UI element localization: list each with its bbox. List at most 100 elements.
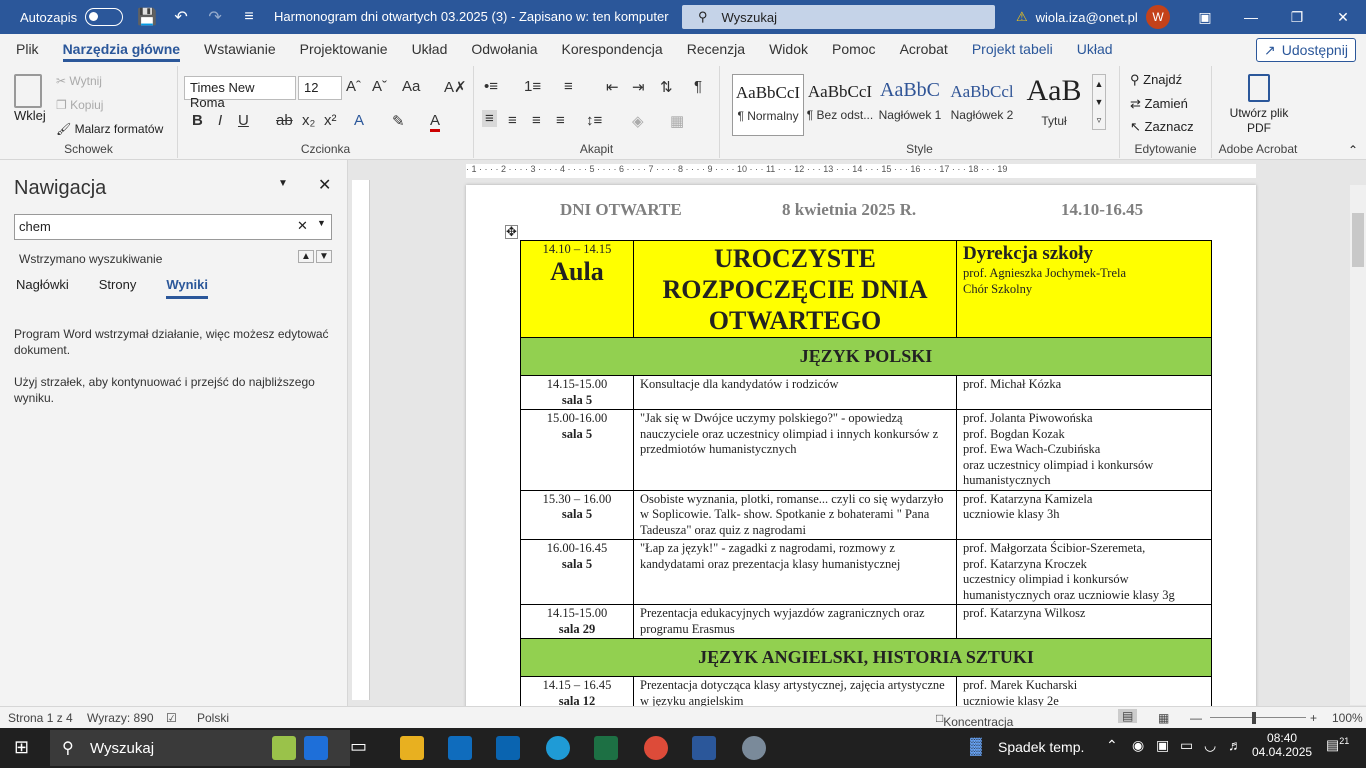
battery-icon[interactable]: ▭ — [1180, 737, 1193, 754]
tab-review[interactable]: Recenzja — [675, 34, 757, 64]
vertical-scrollbar[interactable] — [1350, 185, 1366, 705]
nav-options-icon[interactable]: ▼ — [278, 178, 288, 189]
close-icon[interactable]: ✕ — [1320, 0, 1366, 34]
show-hidden-icon[interactable]: ⌃ — [1106, 737, 1118, 754]
excel-icon[interactable] — [594, 736, 618, 760]
time-cell[interactable]: 14.15-15.00 sala 5 — [520, 375, 634, 410]
language[interactable]: Polski — [197, 711, 229, 725]
minimize-icon[interactable]: — — [1228, 0, 1274, 34]
description-cell[interactable]: "Jak się w Dwójce uczymy polskiego?" - o… — [633, 409, 957, 491]
horizontal-ruler[interactable]: · 1 · · · · 2 · · · · 3 · · · · 4 · · · … — [466, 164, 1256, 178]
paint-icon[interactable] — [742, 736, 766, 760]
table-row[interactable]: 15.30 – 16.00 sala 5 Osobiste wyznania, p… — [520, 489, 1212, 540]
scroll-thumb[interactable] — [1352, 213, 1364, 267]
description-cell[interactable]: Prezentacja edukacyjnych wyjazdów zagran… — [633, 604, 957, 639]
schedule-table[interactable]: 14.10 – 14.15 Aula UROCZYSTE ROZPOCZĘCIE… — [520, 240, 1212, 711]
nav-close-icon[interactable]: ✕ — [318, 175, 331, 195]
tab-table-layout[interactable]: Układ — [1065, 34, 1125, 64]
account[interactable]: ⚠ wiola.iza@onet.pl — [1016, 9, 1138, 25]
shrink-font-icon[interactable]: Aˇ — [372, 78, 387, 95]
proofing-icon[interactable]: ☑ — [166, 711, 177, 725]
autosave-toggle[interactable] — [85, 8, 124, 26]
focus-mode[interactable]: □ Koncentracja uwagi — [936, 711, 1013, 743]
style-heading-1[interactable]: AaBbC Nagłówek 1 — [874, 74, 946, 136]
style-heading-2[interactable]: AaBbCcl Nagłówek 2 — [946, 74, 1018, 136]
table-row[interactable]: JĘZYK ANGIELSKI, HISTORIA SZTUKI — [520, 638, 1212, 677]
time-cell[interactable]: 16.00-16.45 sala 5 — [520, 539, 634, 605]
tab-view[interactable]: Widok — [757, 34, 820, 64]
tab-table-design[interactable]: Projekt tabeli — [960, 34, 1065, 64]
numbering-icon[interactable]: 1≡ — [524, 78, 541, 95]
vertical-ruler[interactable] — [352, 180, 370, 700]
change-case-icon[interactable]: Aa — [402, 78, 420, 95]
presenter-cell[interactable]: prof. Katarzyna Wilkosz — [956, 604, 1212, 639]
tab-file[interactable]: Plik — [4, 34, 51, 64]
section-heading[interactable]: JĘZYK POLSKI — [520, 337, 1212, 376]
tab-design[interactable]: Projektowanie — [288, 34, 400, 64]
page-count[interactable]: Strona 1 z 4 — [8, 711, 73, 725]
time-cell[interactable]: 15.00-16.00 sala 5 — [520, 409, 634, 491]
windows-start-icon[interactable]: ⊞ — [14, 737, 29, 758]
align-right-icon[interactable]: ≡ — [532, 112, 541, 129]
tab-references[interactable]: Odwołania — [459, 34, 549, 64]
highlight-icon[interactable]: ✎ — [392, 112, 405, 130]
wifi-icon[interactable]: ◡ — [1204, 737, 1216, 754]
time-cell[interactable]: 14.15-15.00 sala 29 — [520, 604, 634, 639]
sort-icon[interactable]: ⇅ — [660, 78, 673, 96]
style-no-spacing[interactable]: AaBbCcI ¶ Bez odst... — [804, 74, 876, 136]
app-icon[interactable] — [304, 736, 328, 760]
tab-layout[interactable]: Układ — [400, 34, 460, 64]
pilcrow-icon[interactable]: ¶ — [694, 78, 702, 95]
paste-button[interactable]: Wklej — [14, 108, 46, 123]
table-row[interactable]: 15.00-16.00 sala 5 "Jak się w Dwójce uczy… — [520, 409, 1212, 491]
maximize-icon[interactable]: ❐ — [1274, 0, 1320, 34]
print-layout-icon[interactable]: ▤ — [1118, 709, 1138, 723]
zoom-level[interactable]: 100% — [1332, 711, 1363, 725]
word-count[interactable]: Wyrazy: 890 — [87, 711, 154, 725]
superscript-icon[interactable]: x² — [324, 112, 337, 129]
section-heading[interactable]: JĘZYK ANGIELSKI, HISTORIA SZTUKI — [520, 638, 1212, 677]
document-title[interactable]: Harmonogram dni otwartych 03.2025 (3) - … — [274, 9, 669, 24]
cut-button[interactable]: ✂ Wytnij — [56, 74, 102, 88]
clear-format-icon[interactable]: A✗ — [444, 78, 467, 96]
description-cell[interactable]: "Łap za język!" - zagadki z nagrodami, r… — [633, 539, 957, 605]
description-cell[interactable]: Konsultacje dla kandydatów i rodziców — [633, 375, 957, 410]
undo-icon[interactable]: ↶ — [171, 7, 191, 27]
volume-icon[interactable]: ♬ — [1228, 737, 1242, 753]
title-search[interactable]: ⚲ Wyszukaj — [682, 5, 995, 29]
text-effects-icon[interactable]: A — [354, 112, 364, 129]
italic-icon[interactable]: I — [218, 112, 222, 129]
select-button[interactable]: ↖ Zaznacz — [1130, 119, 1194, 135]
table-row[interactable]: 14.15-15.00 sala 5 Konsultacje dla kandyd… — [520, 375, 1212, 410]
presenter-cell[interactable]: prof. Katarzyna Kamizela uczniowie klasy… — [956, 489, 1212, 540]
widget-icon[interactable] — [272, 736, 296, 760]
presenter-cell[interactable]: prof. Jolanta Piwowońska prof. Bogdan Ko… — [956, 409, 1212, 491]
align-left-icon[interactable]: ≡ — [482, 110, 497, 127]
file-explorer-icon[interactable] — [400, 736, 424, 760]
table-row[interactable]: JĘZYK POLSKI — [520, 337, 1212, 376]
font-size-select[interactable]: 12 — [298, 76, 342, 100]
search-dropdown-icon[interactable]: ▼ — [317, 218, 326, 228]
shading-icon[interactable]: ◈ — [632, 112, 644, 130]
replace-button[interactable]: ⇄ Zamień — [1130, 96, 1188, 112]
decrease-indent-icon[interactable]: ⇤ — [606, 78, 619, 96]
multilevel-list-icon[interactable]: ≡ — [564, 78, 573, 95]
pdf-icon[interactable] — [1248, 74, 1270, 102]
opening-time-cell[interactable]: 14.10 – 14.15 Aula — [520, 240, 634, 338]
create-pdf-button[interactable]: Utwórz plik PDF — [1220, 106, 1298, 136]
tab-insert[interactable]: Wstawianie — [192, 34, 288, 64]
clock[interactable]: 08:40 04.04.2025 — [1252, 731, 1312, 759]
tab-home[interactable]: Narzędzia główne — [51, 34, 192, 64]
align-center-icon[interactable]: ≡ — [508, 112, 517, 129]
tab-help[interactable]: Pomoc — [820, 34, 888, 64]
customize-qat-icon[interactable]: ≡ — [239, 7, 259, 27]
nav-tab-headings[interactable]: Nagłówki — [16, 277, 69, 299]
borders-icon[interactable]: ▦ — [670, 112, 684, 130]
zoom-in-icon[interactable]: + — [1310, 711, 1317, 725]
prev-result-icon[interactable]: ▲ — [298, 250, 314, 263]
paste-icon[interactable] — [14, 74, 42, 108]
zoom-slider[interactable] — [1210, 717, 1306, 718]
avatar[interactable]: W — [1146, 5, 1170, 29]
opening-title[interactable]: UROCZYSTE ROZPOCZĘCIE DNIA OTWARTEGO — [633, 240, 957, 338]
nav-tab-pages[interactable]: Strony — [99, 277, 137, 299]
